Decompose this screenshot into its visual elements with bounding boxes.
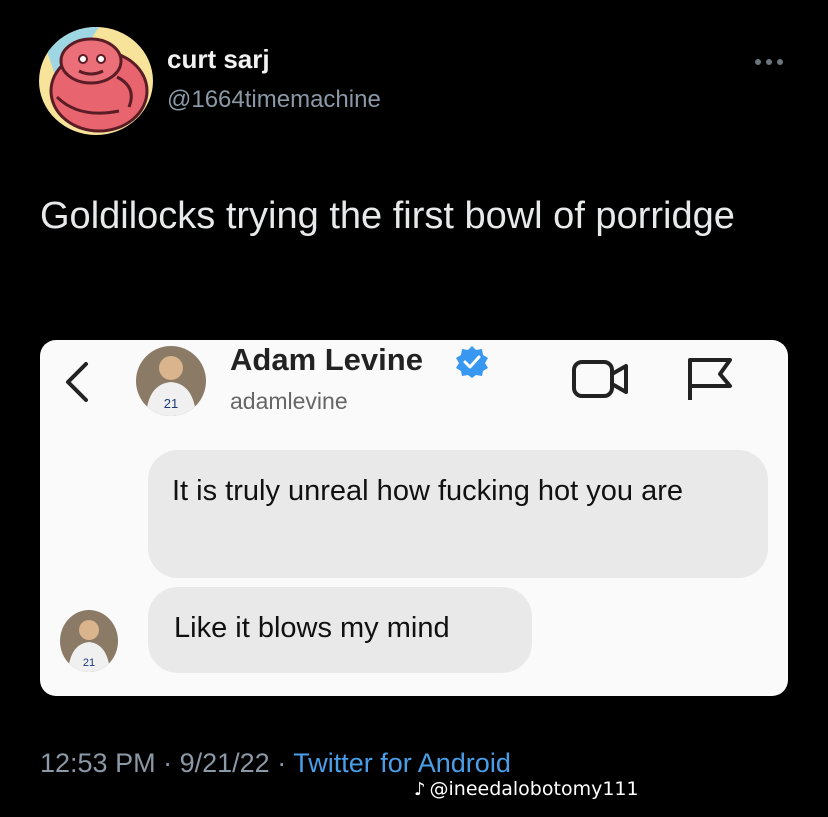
dm-header: 21 Adam Levine adamlevine xyxy=(40,340,788,438)
tweet-time[interactable]: 12:53 PM xyxy=(40,748,156,778)
tweet-date[interactable]: 9/21/22 xyxy=(180,748,270,778)
tiktok-watermark: ♪ @ineedalobotomy111 xyxy=(414,778,639,800)
message-bubble[interactable]: Like it blows my mind xyxy=(148,587,532,673)
tweet-timestamp-line: 12:53 PM · 9/21/22 · Twitter for Android xyxy=(40,748,511,779)
dm-contact-name: Adam Levine xyxy=(230,342,423,377)
author-avatar[interactable] xyxy=(39,27,153,135)
chevron-left-icon[interactable] xyxy=(60,360,96,404)
sender-avatar[interactable]: 21 xyxy=(60,610,118,672)
tweet-text: Goldilocks trying the first bowl of porr… xyxy=(40,195,735,237)
cartoon-face-icon xyxy=(39,27,153,135)
more-horizontal-icon[interactable] xyxy=(754,54,784,65)
dm-contact-username: adamlevine xyxy=(230,388,348,414)
watermark-text: @ineedalobotomy111 xyxy=(429,778,639,800)
message-text: It is truly unreal how fucking hot you a… xyxy=(172,475,683,507)
video-camera-icon[interactable] xyxy=(570,356,632,400)
separator: · xyxy=(163,748,173,778)
flag-icon[interactable] xyxy=(680,354,736,402)
message-bubble[interactable]: It is truly unreal how fucking hot you a… xyxy=(148,450,768,578)
tweet-source-link[interactable]: Twitter for Android xyxy=(293,748,511,778)
verified-badge-icon xyxy=(454,344,490,380)
message-text: Like it blows my mind xyxy=(174,612,450,644)
jersey-number: 21 xyxy=(164,396,178,411)
embedded-dm-screenshot[interactable]: 21 Adam Levine adamlevine It is truly un… xyxy=(40,340,788,696)
dm-avatar[interactable]: 21 xyxy=(136,346,206,416)
separator: · xyxy=(277,748,287,778)
author-display-name[interactable]: curt sarj xyxy=(167,44,270,75)
author-handle[interactable]: @1664timemachine xyxy=(167,86,381,114)
jersey-number: 21 xyxy=(83,657,95,669)
tiktok-icon: ♪ xyxy=(414,779,426,800)
